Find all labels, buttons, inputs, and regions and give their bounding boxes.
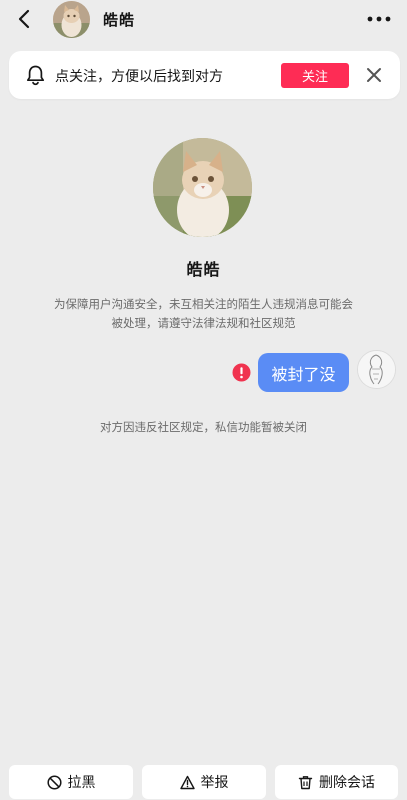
header-avatar[interactable] bbox=[53, 1, 90, 38]
close-icon[interactable] bbox=[366, 67, 382, 83]
delete-conversation-label: 删除会话 bbox=[319, 775, 375, 791]
report-label: 举报 bbox=[200, 775, 229, 791]
bottom-action-bar: 拉黑 举报 删除会话 bbox=[0, 765, 407, 800]
safety-notice: 为保障用户沟通安全，未互相关注的陌生人违规消息可能会被处理，请遵守法律法规和社区… bbox=[54, 297, 353, 330]
message-bubble[interactable]: 被封了没 bbox=[258, 353, 349, 392]
cat-avatar-image bbox=[153, 138, 252, 237]
profile-avatar[interactable] bbox=[153, 138, 252, 237]
follow-banner: 点关注，方便以后找到对方 关注 bbox=[9, 51, 400, 99]
system-message: 对方因违反社区规定，私信功能暂被关闭 bbox=[100, 420, 307, 434]
block-button[interactable]: 拉黑 bbox=[9, 765, 133, 799]
profile-name: 皓皓 bbox=[186, 260, 221, 279]
cat-avatar-image bbox=[53, 1, 90, 38]
header-name: 皓皓 bbox=[103, 11, 136, 29]
report-button[interactable]: 举报 bbox=[142, 765, 266, 799]
follow-banner-text: 点关注，方便以后找到对方 bbox=[55, 69, 223, 85]
block-label: 拉黑 bbox=[67, 775, 96, 791]
chat-header: 皓皓 bbox=[0, 0, 407, 40]
delete-conversation-button[interactable]: 删除会话 bbox=[275, 765, 398, 799]
error-icon[interactable] bbox=[232, 363, 251, 382]
more-dots-icon[interactable] bbox=[365, 9, 393, 29]
follow-button[interactable]: 关注 bbox=[281, 63, 349, 88]
bell-icon bbox=[26, 65, 45, 86]
sketch-avatar-image bbox=[358, 351, 395, 388]
trash-icon bbox=[298, 775, 313, 789]
my-avatar[interactable] bbox=[357, 350, 396, 389]
warning-icon bbox=[179, 775, 195, 789]
block-icon bbox=[46, 774, 62, 790]
back-arrow-icon[interactable] bbox=[14, 8, 36, 30]
